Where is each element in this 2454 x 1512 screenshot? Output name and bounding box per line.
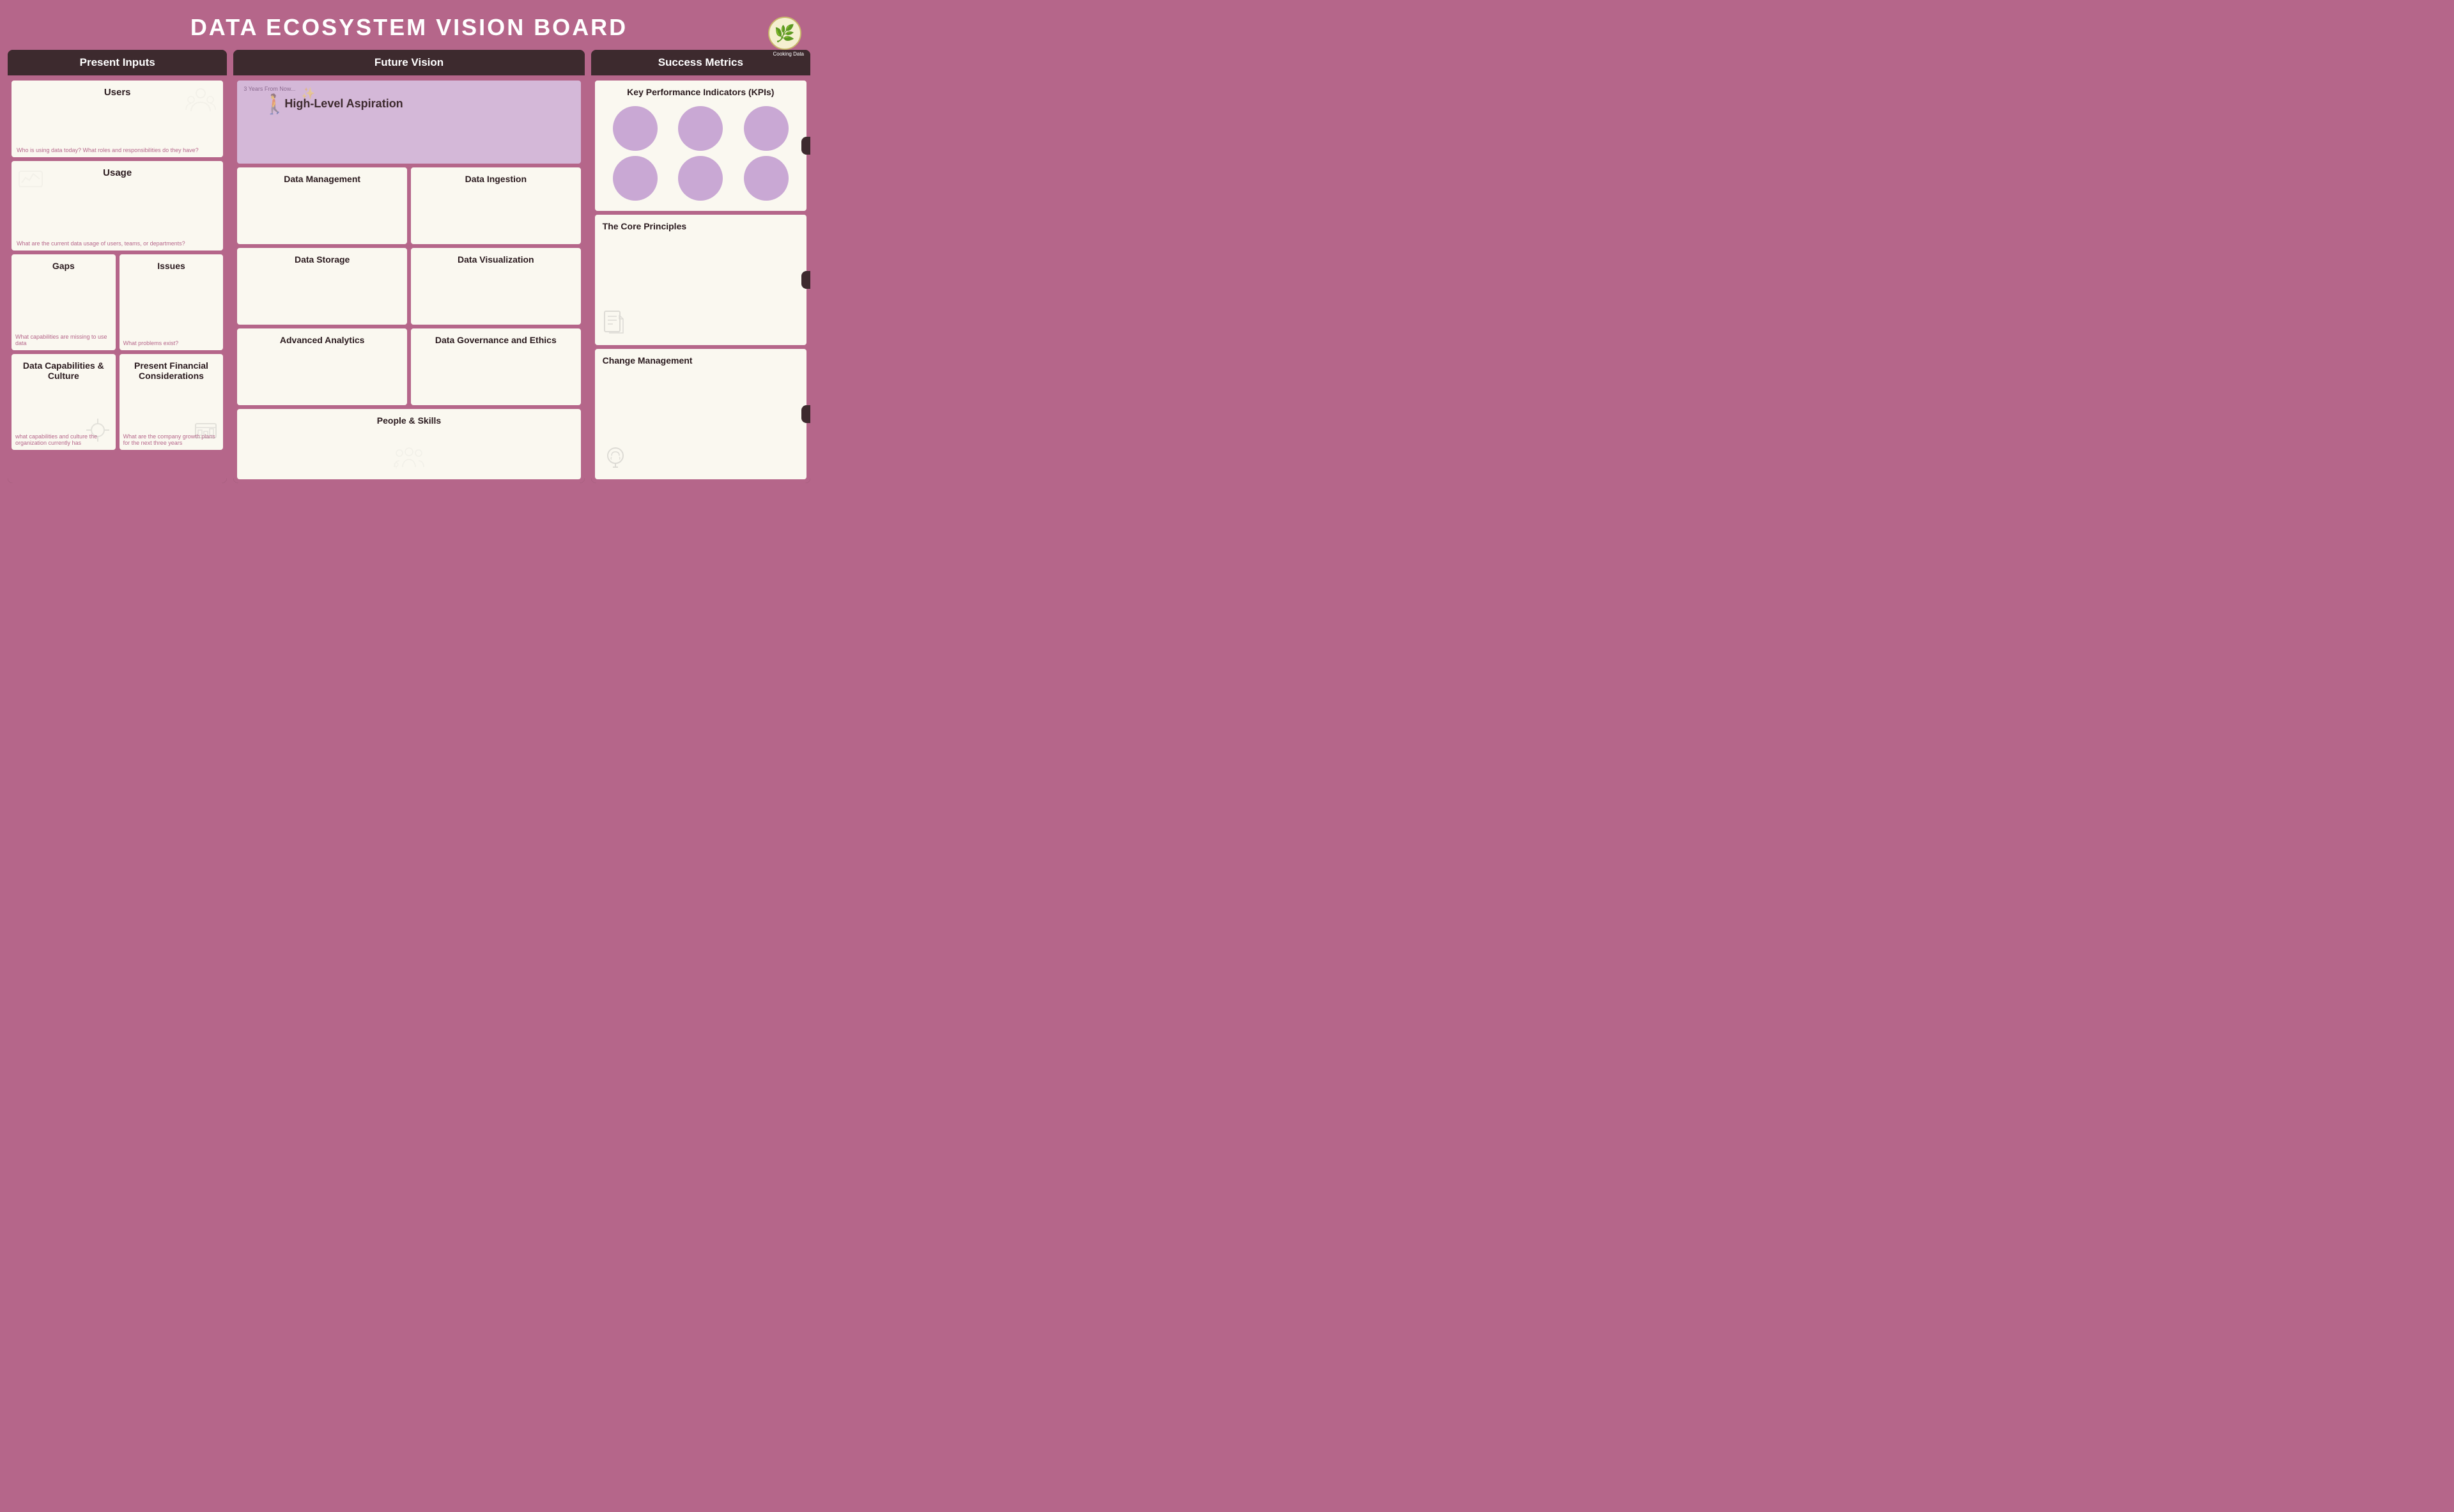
kpi-title: Key Performance Indicators (KPIs) bbox=[603, 87, 799, 97]
gaps-card: Gaps What capabilities are missing to us… bbox=[12, 254, 116, 350]
change-management-card: Change Management bbox=[595, 349, 806, 479]
people-skills-title: People & Skills bbox=[243, 415, 574, 426]
aspiration-label: 3 Years From Now... bbox=[243, 86, 295, 92]
users-card: Users Who is using data today? What role… bbox=[12, 81, 223, 157]
page-title: DATA ECOSYSTEM VISION BOARD bbox=[8, 8, 810, 50]
issues-subtitle: What problems exist? bbox=[123, 340, 220, 346]
capabilities-financial-row: Data Capabilities & Culture what capabil… bbox=[12, 354, 223, 450]
data-governance-title: Data Governance and Ethics bbox=[417, 335, 575, 345]
gaps-subtitle: What capabilities are missing to use dat… bbox=[15, 334, 112, 346]
notch-right bbox=[801, 137, 810, 155]
core-principles-icon bbox=[603, 310, 626, 339]
users-subtitle: Who is using data today? What roles and … bbox=[17, 147, 218, 153]
kpi-circle-4 bbox=[613, 156, 658, 201]
gaps-issues-row: Gaps What capabilities are missing to us… bbox=[12, 254, 223, 350]
notch-right-2 bbox=[801, 271, 810, 289]
data-visualization-card: Data Visualization bbox=[411, 248, 581, 325]
capabilities-card: Data Capabilities & Culture what capabil… bbox=[12, 354, 116, 450]
kpi-circle-3 bbox=[744, 106, 789, 151]
change-management-title: Change Management bbox=[603, 355, 799, 366]
issues-title: Issues bbox=[125, 261, 219, 271]
kpi-circle-1 bbox=[613, 106, 658, 151]
financial-title: Present Financial Considerations bbox=[125, 360, 219, 381]
advanced-analytics-title: Advanced Analytics bbox=[243, 335, 401, 345]
kpi-circle-2 bbox=[678, 106, 723, 151]
core-principles-card: The Core Principles bbox=[595, 215, 806, 345]
change-management-icon bbox=[603, 444, 628, 473]
capabilities-title: Data Capabilities & Culture bbox=[17, 360, 111, 381]
financial-card: Present Financial Considerations What ar… bbox=[120, 354, 224, 450]
data-governance-card: Data Governance and Ethics bbox=[411, 328, 581, 405]
data-visualization-title: Data Visualization bbox=[417, 254, 575, 265]
future-vision-body: 3 Years From Now... 🚶 ✨ High-Level Aspir… bbox=[233, 77, 584, 483]
usage-card: Usage What are the current data usage of… bbox=[12, 161, 223, 251]
people-skills-icon bbox=[393, 447, 425, 474]
issues-card: Issues What problems exist? bbox=[120, 254, 224, 350]
present-inputs-header: Present Inputs bbox=[8, 50, 227, 77]
data-management-title: Data Management bbox=[243, 174, 401, 184]
data-ingestion-card: Data Ingestion bbox=[411, 167, 581, 244]
future-vision-header: Future Vision bbox=[233, 50, 584, 77]
usage-icon bbox=[18, 166, 43, 196]
kpi-card: Key Performance Indicators (KPIs) bbox=[595, 81, 806, 211]
usage-title: Usage bbox=[18, 167, 217, 178]
kpi-circle-6 bbox=[744, 156, 789, 201]
data-management-card: Data Management bbox=[237, 167, 407, 244]
present-inputs-column: Present Inputs Users bbox=[8, 50, 227, 483]
usage-subtitle: What are the current data usage of users… bbox=[17, 240, 218, 247]
logo-label: Cooking Data bbox=[773, 51, 804, 57]
users-icon bbox=[185, 86, 217, 121]
advanced-analytics-card: Advanced Analytics bbox=[237, 328, 407, 405]
logo: 🌿 bbox=[768, 17, 801, 50]
success-metrics-column: Success Metrics Key Performance Indicato… bbox=[591, 50, 810, 483]
core-principles-title: The Core Principles bbox=[603, 221, 799, 231]
notch-right-3 bbox=[801, 405, 810, 423]
aspiration-card: 3 Years From Now... 🚶 ✨ High-Level Aspir… bbox=[237, 81, 580, 164]
present-inputs-body: Users Who is using data today? What role… bbox=[8, 77, 227, 483]
people-skills-card: People & Skills bbox=[237, 409, 580, 479]
success-metrics-body: Key Performance Indicators (KPIs) The Co bbox=[591, 77, 810, 483]
main-grid: Present Inputs Users bbox=[8, 50, 810, 483]
kpi-circle-5 bbox=[678, 156, 723, 201]
fv-grid: Data Management Data Ingestion Data Stor… bbox=[237, 167, 580, 405]
kpi-circles bbox=[603, 104, 799, 203]
data-ingestion-title: Data Ingestion bbox=[417, 174, 575, 184]
data-storage-title: Data Storage bbox=[243, 254, 401, 265]
data-storage-card: Data Storage bbox=[237, 248, 407, 325]
future-vision-column: Future Vision 3 Years From Now... 🚶 ✨ Hi… bbox=[233, 50, 584, 483]
gaps-title: Gaps bbox=[17, 261, 111, 271]
